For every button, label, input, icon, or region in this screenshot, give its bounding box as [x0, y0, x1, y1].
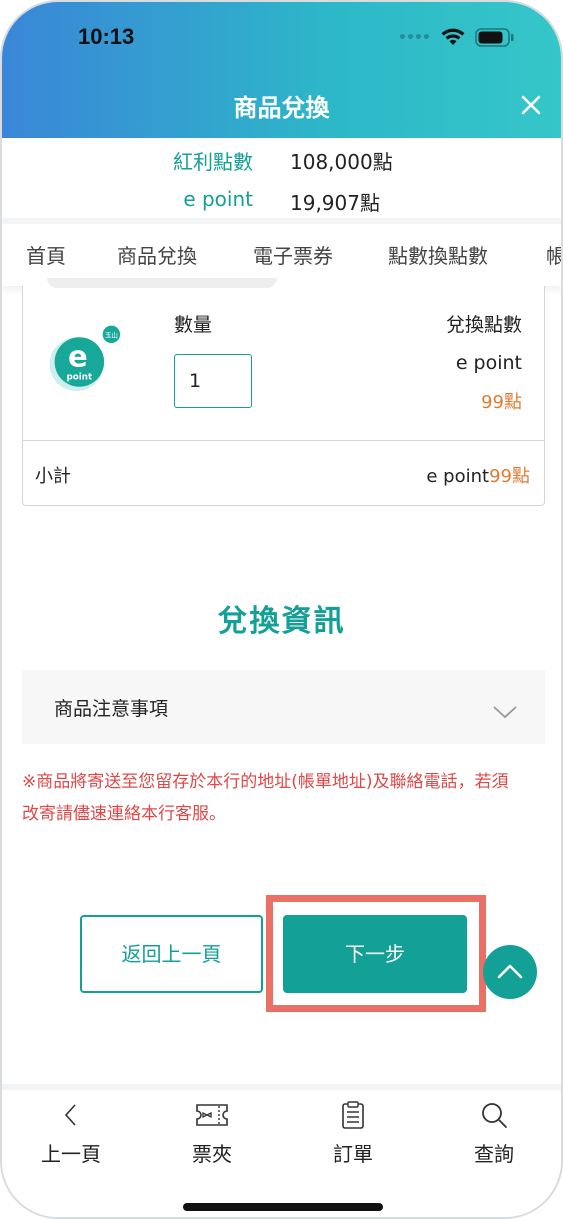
tab-product-redeem[interactable]: 商品兌換: [117, 240, 197, 269]
epoint-logo: e point 玉山: [49, 325, 121, 392]
next-button[interactable]: 下一步: [283, 915, 467, 993]
search-icon: [482, 1103, 507, 1128]
tabbar-item-previous[interactable]: 上一頁: [21, 1100, 121, 1167]
product-notes-accordion[interactable]: 商品注意事項: [22, 670, 545, 744]
epoint-label: e point: [183, 187, 253, 211]
redeem-info-title: 兌換資訊: [217, 604, 346, 639]
shipping-notice: ※商品將寄送至您留存於本行的地址(帳單地址)及聯絡電話，若須改寄請儘速連絡本行客…: [22, 772, 509, 824]
tab-points-exchange[interactable]: 點數換點數: [388, 240, 488, 269]
tab-e-tickets[interactable]: 電子票券: [253, 240, 333, 269]
close-icon[interactable]: [518, 92, 544, 118]
epoint-value: 19,907點: [290, 191, 380, 215]
subtotal-value: e point99點: [426, 462, 530, 488]
home-indicator: [183, 1203, 383, 1211]
clipboard-icon: [342, 1101, 364, 1129]
tab-home[interactable]: 首頁: [26, 240, 66, 269]
page-title: 商品兌換: [233, 94, 330, 122]
logo-text: point: [67, 372, 93, 382]
bonus-points-label: 紅利點數: [173, 150, 253, 174]
wifi-icon: [441, 28, 465, 45]
app-header: 10:13 商品兌換: [2, 2, 561, 138]
bonus-points-value: 108,000點: [290, 150, 393, 174]
subtotal-type: e point: [426, 466, 490, 487]
tabbar-item-search[interactable]: 查詢: [444, 1100, 544, 1167]
product-card: e point 玉山 數量 1 兌換點數 e point 99點 小計 e po…: [22, 278, 545, 506]
back-button[interactable]: 返回上一頁: [80, 915, 263, 993]
chevron-left-icon: [64, 1104, 76, 1126]
redeem-points-value: 99點: [481, 392, 522, 413]
scroll-to-top-button[interactable]: [483, 945, 537, 999]
chevron-up-icon: [497, 964, 523, 979]
category-nav: 首頁 商品兌換 電子票券 點數換點數 帳: [2, 218, 561, 286]
tabbar-item-orders[interactable]: 訂單: [303, 1100, 403, 1167]
tab-account[interactable]: 帳: [546, 240, 561, 269]
ticket-icon: [196, 1104, 228, 1126]
tabbar-label: 票夾: [192, 1142, 232, 1166]
battery-icon: [475, 28, 514, 47]
redeem-points-label: 兌換點數: [445, 314, 522, 336]
subtotal-points: 99點: [489, 466, 530, 487]
subtotal-label: 小計: [35, 466, 71, 487]
points-summary: 紅利點數 108,000點 e point 19,907點: [2, 138, 561, 218]
phone-frame: 10:13 商品兌換 紅利點數 108,000點 e point 19,907點…: [0, 0, 563, 1219]
accordion-label: 商品注意事項: [54, 698, 169, 720]
tabbar-label: 查詢: [474, 1142, 514, 1166]
redeem-type: e point: [455, 352, 522, 374]
chevron-down-icon: [493, 706, 517, 719]
logo-letter: e: [68, 339, 88, 373]
card-divider: [23, 440, 544, 441]
epoint-row: e point 19,907點: [2, 187, 561, 217]
card-top-edge: [47, 278, 277, 288]
quantity-label: 數量: [174, 314, 213, 336]
tabbar-item-tickets[interactable]: 票夾: [162, 1100, 262, 1167]
signal-icon: [400, 34, 430, 40]
tabbar-label: 上一頁: [41, 1142, 101, 1166]
quantity-input[interactable]: 1: [174, 354, 252, 408]
tabbar-label: 訂單: [333, 1142, 373, 1166]
bottom-tabbar: 上一頁 票夾 訂單 查詢: [2, 1084, 561, 1217]
status-time: 10:13: [78, 24, 135, 49]
bonus-points-row: 紅利點數 108,000點: [2, 146, 561, 176]
logo-badge: 玉山: [105, 330, 118, 339]
